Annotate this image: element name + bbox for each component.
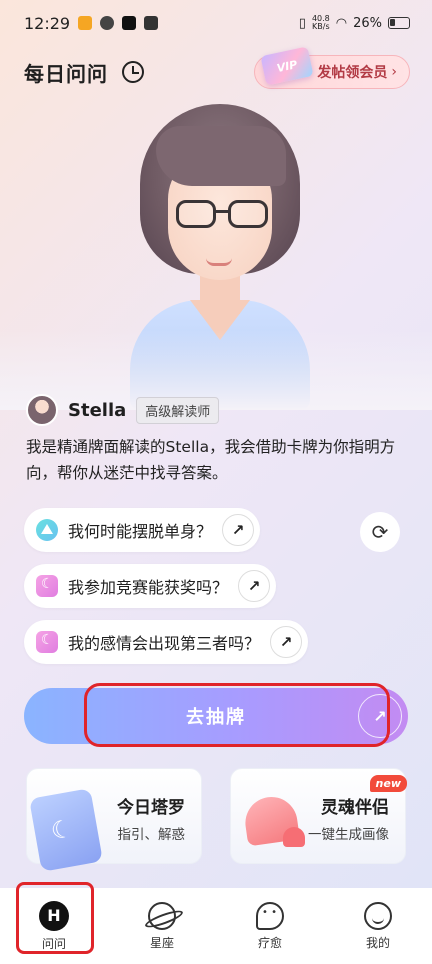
refresh-icon: ⟳ [371,520,389,544]
question-chip-2[interactable]: 我参加竞赛能获奖吗？ ↗ [24,564,277,608]
tab-label: 星座 [149,935,174,950]
tarot-card-icon [29,788,103,872]
reader-name: Stella [68,399,127,421]
page-title: 每日问问 [24,61,108,86]
moon-icon [36,575,58,597]
card-title: 灵魂伴侣 [321,798,389,818]
status-left: 12:29 [24,13,159,33]
profile-icon [364,901,392,930]
battery-percent: 26% [353,15,382,31]
question-text: 我何时能摆脱单身？ [68,522,213,541]
tab-horoscope[interactable]: 星座 [122,901,202,951]
mouth-shape [206,258,232,266]
refresh-button[interactable]: ⟳ [360,512,400,552]
tab-healing[interactable]: 疗愈 [230,901,310,951]
lens-left [176,200,216,228]
avatar[interactable] [26,394,58,426]
question-text: 我参加竞赛能获奖吗？ [68,578,229,597]
arrow-up-right-icon[interactable]: ↗ [222,514,255,546]
reader-info: Stella 高级解读师 [26,394,220,426]
daily-tarot-card[interactable]: 今日塔罗 指引、解惑 [26,768,202,872]
vip-promo-button[interactable]: VIP 发帖领会员 › [254,46,410,89]
wifi-icon: ◠ [335,15,348,31]
triangle-icon [36,519,58,541]
planet-icon [148,901,176,930]
card-subtitle: 指引、解惑 [117,827,186,843]
vibrate-icon: ▯ [298,15,306,31]
tab-profile[interactable]: 我的 [338,901,418,951]
weibo-icon [78,16,93,30]
chevron-right-icon: › [391,64,397,80]
net-speed-unit: KB/s [312,22,330,31]
soulmate-card[interactable]: 灵魂伴侣 一键生成画像 new [230,768,407,864]
question-chip-3[interactable]: 我的感情会出现第三者吗？ ↗ [24,620,309,664]
question-chip-1[interactable]: 我何时能摆脱单身？ ↗ [24,508,261,552]
glasses-shape [176,200,272,230]
vip-card-icon: VIP [260,46,314,86]
status-bar: 12:29 ▯ 40.8 KB/s ◠ 26% [0,0,432,46]
status-right: ▯ 40.8 KB/s ◠ 26% [299,15,410,31]
status-time: 12:29 [24,13,71,33]
vip-promo-label: 发帖领会员 [317,65,388,81]
lens-right [228,200,268,228]
battery-icon [388,17,410,29]
card-subtitle: 一键生成画像 [308,827,389,843]
tiktok-icon [122,16,137,30]
tab-label: 我的 [365,935,390,950]
moon-icon [36,631,58,653]
fringe-shape [156,126,286,186]
header: 每日问问 VIP 发帖领会员 › [24,46,410,92]
reader-badge: 高级解读师 [136,396,220,424]
arrow-up-right-icon[interactable]: ↗ [238,570,271,602]
app-icon [100,16,115,30]
highlight-box-tab [16,882,94,954]
message-icon [144,16,159,30]
history-clock-icon[interactable] [122,61,144,83]
new-badge: new [369,775,407,792]
highlight-box-draw [84,683,390,747]
question-text: 我的感情会出现第三者吗？ [68,634,261,653]
chat-bubble-icon [256,901,284,930]
tab-label: 疗愈 [257,935,282,950]
net-speed: 40.8 KB/s [312,15,330,31]
small-heart-icon [283,827,305,847]
reader-intro: 我是精通牌面解读的Stella，我会借助卡牌为你指明方向，帮你从迷茫中找寻答案。 [26,438,396,482]
card-title: 今日塔罗 [117,798,185,818]
header-left: 每日问问 [24,58,144,87]
arrow-up-right-icon[interactable]: ↗ [270,626,303,658]
